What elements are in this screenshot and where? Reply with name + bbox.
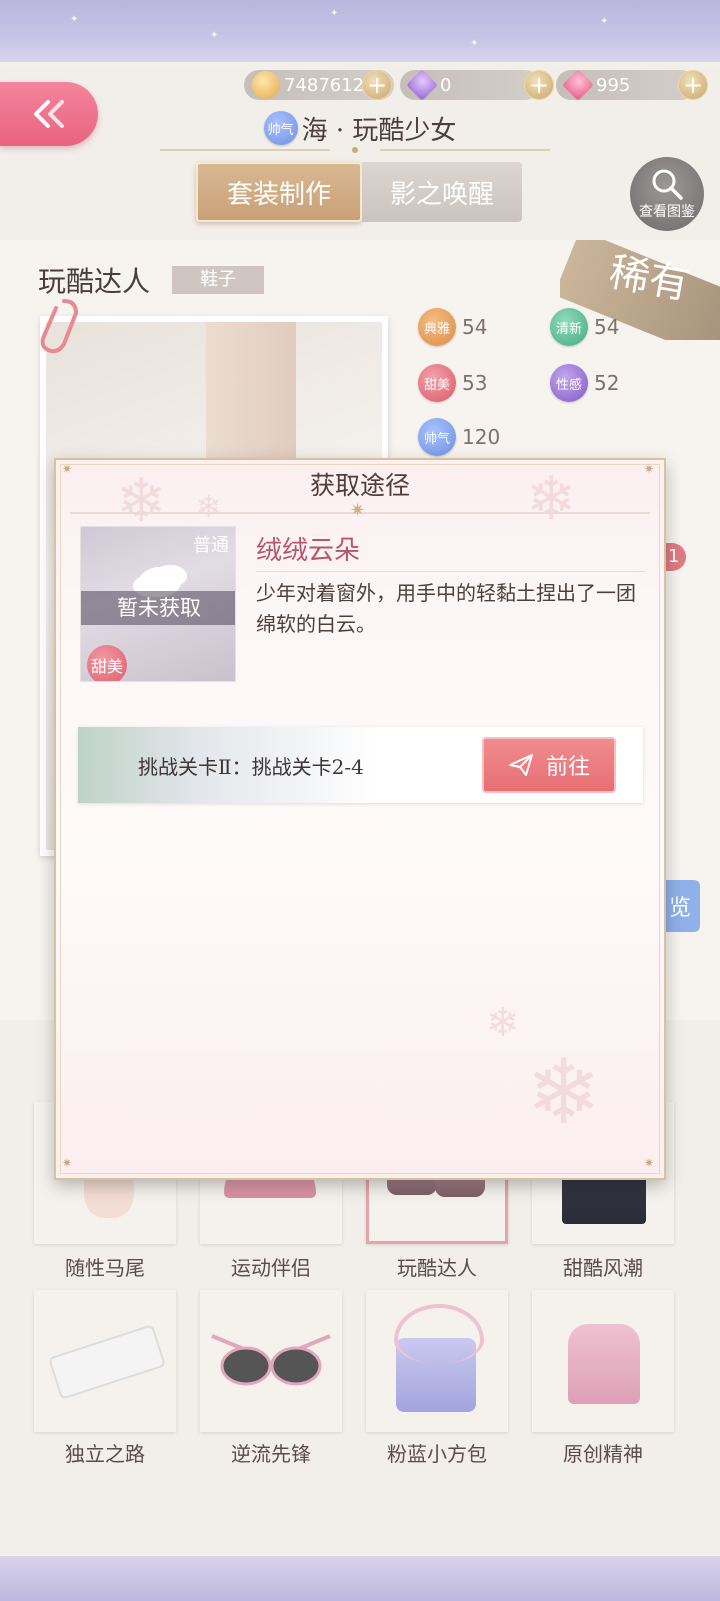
- stat-value: 54: [594, 315, 620, 339]
- add-diamond-button[interactable]: +: [524, 70, 554, 100]
- diamond-icon: [406, 69, 438, 101]
- source-row: 挑战关卡Ⅱ：挑战关卡2-4 前往: [78, 727, 643, 803]
- hoodie-artwork: [568, 1324, 640, 1404]
- tab-suit-crafting[interactable]: 套装制作: [196, 162, 362, 222]
- stat-value: 54: [462, 315, 488, 339]
- stat-sweet: 甜美 53: [418, 364, 487, 402]
- sparkle-icon: ✦: [600, 16, 609, 27]
- stat-value: 53: [462, 371, 488, 395]
- modal-title: 获取途径: [309, 471, 410, 500]
- go-button-label: 前往: [545, 755, 590, 780]
- grid-label: 逆流先锋: [231, 1442, 311, 1466]
- item-name: 玩酷达人: [38, 265, 151, 298]
- gold-coin-icon: [252, 71, 280, 99]
- sparkle-icon: ✦: [70, 14, 79, 25]
- grid-label: 原创精神: [563, 1442, 643, 1466]
- view-catalog-label: 查看图鉴: [639, 204, 695, 220]
- wristband-artwork: [47, 1324, 167, 1400]
- tab-shadow-awakening[interactable]: 影之唤醒: [362, 162, 522, 222]
- item-thumbnail: 普通 暂未获取 甜美: [80, 526, 236, 682]
- grid-item-sunglasses[interactable]: [200, 1290, 342, 1432]
- sparkle-icon: ✦: [210, 30, 219, 41]
- grid-label: 甜酷风潮: [563, 1256, 643, 1280]
- stat-value: 52: [594, 371, 620, 395]
- bottom-decor-band: [0, 1556, 720, 1601]
- gem-icon: [562, 69, 594, 101]
- stat-label: 性感: [550, 364, 588, 402]
- top-decor-band: ✦ ✦ ✦ ✦ ✦: [0, 0, 720, 66]
- stat-fresh: 清新 54: [550, 308, 619, 346]
- sparkle-icon: ✦: [330, 8, 339, 19]
- item-title-divider: [256, 571, 646, 572]
- divider-ornament-icon: ✷: [350, 500, 366, 521]
- gold-amount: 7487612: [284, 74, 365, 96]
- sparkle-icon: ✦: [470, 38, 479, 49]
- item-description: 少年对着窗外，用手中的轻黏土捏出了一团绵软的白云。: [256, 581, 636, 636]
- item-title: 绒绒云朵: [256, 536, 361, 566]
- title-row: 帅气 海 · 玩酷少女: [0, 108, 720, 148]
- view-catalog-button[interactable]: 查看图鉴: [630, 157, 704, 231]
- stat-label: 典雅: [418, 308, 456, 346]
- paperclip-icon: [40, 299, 79, 354]
- stat-label: 甜美: [418, 364, 456, 402]
- grid-item-bag[interactable]: [366, 1290, 508, 1432]
- grid-label: 玩酷达人: [397, 1256, 477, 1280]
- thumb-status: 暂未获取: [81, 591, 235, 625]
- gem-currency: 995: [556, 69, 696, 101]
- grid-label: 运动伴侣: [231, 1256, 311, 1280]
- item-type-tag: 鞋子: [172, 266, 264, 294]
- magnifier-icon: [652, 169, 683, 200]
- sunglasses-artwork: [211, 1334, 331, 1386]
- source-text: 挑战关卡Ⅱ：挑战关卡2-4: [138, 755, 364, 779]
- go-button[interactable]: 前往: [482, 737, 616, 793]
- diamond-currency: 0: [400, 69, 540, 101]
- grid-label: 随性马尾: [65, 1256, 145, 1280]
- thumb-rarity: 普通: [193, 535, 229, 556]
- diamond-amount: 0: [440, 74, 452, 96]
- gem-amount: 995: [596, 74, 631, 96]
- stat-value: 120: [462, 425, 501, 449]
- title-divider: [160, 147, 550, 153]
- corner-star-icon: ✷: [62, 1156, 73, 1170]
- add-gem-button[interactable]: +: [678, 70, 708, 100]
- stat-cool: 帅气 120: [418, 418, 500, 456]
- thumb-attr-badge: 甜美: [87, 645, 127, 681]
- stat-sexy: 性感 52: [550, 364, 619, 402]
- stat-label: 清新: [550, 308, 588, 346]
- grid-label: 独立之路: [65, 1442, 145, 1466]
- attr-badge-cool: 帅气: [263, 111, 298, 145]
- stat-label: 帅气: [418, 418, 456, 456]
- stat-elegant: 典雅 54: [418, 308, 487, 346]
- paper-plane-icon: [508, 754, 533, 776]
- corner-star-icon: ✷: [644, 1156, 655, 1170]
- page-title: 海 · 玩酷少女: [301, 115, 457, 146]
- grid-item-wristbands[interactable]: [34, 1290, 176, 1432]
- grid-label: 粉蓝小方包: [387, 1442, 487, 1466]
- grid-item-hoodie[interactable]: [532, 1290, 674, 1432]
- add-gold-button[interactable]: +: [362, 70, 392, 100]
- bag-strap: [394, 1304, 484, 1364]
- preview-button[interactable]: 览: [660, 880, 700, 932]
